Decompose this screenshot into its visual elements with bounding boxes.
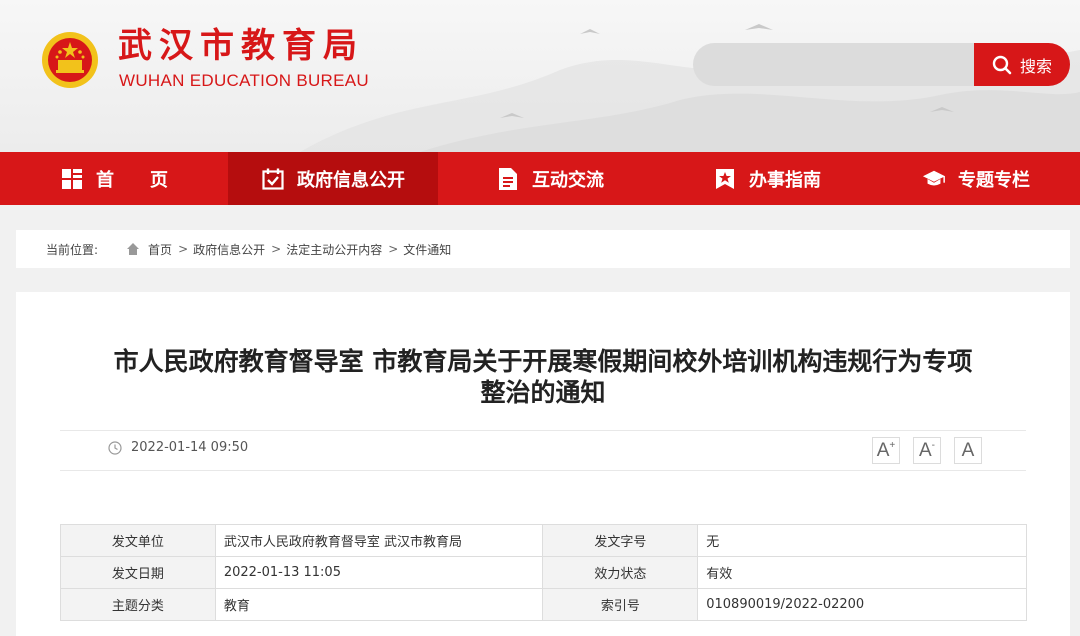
info-value: 2022-01-13 11:05	[214, 556, 544, 589]
font-larger-button[interactable]: A +	[872, 437, 900, 464]
search-icon	[992, 55, 1012, 74]
search-button[interactable]: 搜索	[974, 43, 1070, 86]
publish-datetime: 2022-01-14 09:50	[131, 440, 249, 455]
search-input[interactable]	[693, 43, 975, 86]
site-title-english: WUHAN EDUCATION BUREAU	[119, 71, 369, 90]
grid-icon	[60, 167, 84, 191]
graduation-cap-icon	[922, 167, 946, 191]
nav-item-label: 首 页	[96, 169, 168, 191]
nav-item-guide[interactable]: 办事指南	[662, 152, 872, 205]
breadcrumb: 当前位置: 首页 > 政府信息公开 > 法定主动公开内容 > 文件通知	[16, 230, 1070, 268]
clock-icon	[108, 440, 122, 455]
article-panel: 市人民政府教育督导室 市教育局关于开展寒假期间校外培训机构违规行为专项 整治的通…	[16, 292, 1070, 636]
page-title: 市人民政府教育督导室 市教育局关于开展寒假期间校外培训机构违规行为专项 整治的通…	[44, 346, 1042, 408]
home-icon[interactable]	[126, 242, 140, 256]
font-default-label: A	[961, 439, 975, 461]
info-key: 发文字号	[542, 524, 699, 557]
national-emblem-icon	[42, 32, 98, 88]
nav-item-label: 互动交流	[532, 169, 604, 191]
nav-item-home[interactable]: 首 页	[0, 152, 228, 205]
breadcrumb-item-home[interactable]: 首页	[148, 241, 172, 258]
table-row: 发文单位 武汉市人民政府教育督导室 武汉市教育局 发文字号 无	[60, 524, 1027, 557]
info-key: 主题分类	[60, 588, 216, 621]
info-value: 无	[697, 524, 1027, 557]
info-key: 发文单位	[60, 524, 216, 557]
font-default-button[interactable]: A	[954, 437, 982, 464]
info-key: 效力状态	[542, 556, 699, 589]
breadcrumb-separator: >	[271, 242, 282, 256]
info-value: 教育	[214, 588, 544, 621]
divider	[60, 430, 1026, 431]
font-larger-label: A	[876, 439, 890, 461]
info-key: 发文日期	[60, 556, 216, 589]
table-row: 发文日期 2022-01-13 11:05 效力状态 有效	[60, 556, 1027, 589]
info-value: 010890019/2022-02200	[697, 588, 1027, 621]
nav-item-special[interactable]: 专题专栏	[872, 152, 1080, 205]
nav-item-label: 办事指南	[749, 169, 821, 191]
font-smaller-label: A	[918, 439, 932, 461]
title-line-1: 市人民政府教育督导室 市教育局关于开展寒假期间校外培训机构违规行为专项	[113, 347, 973, 376]
title-line-2: 整治的通知	[480, 378, 606, 407]
divider	[60, 470, 1026, 471]
table-row: 主题分类 教育 索引号 010890019/2022-02200	[60, 588, 1027, 621]
nav-item-label: 专题专栏	[958, 169, 1030, 191]
nav-item-label: 政府信息公开	[297, 169, 405, 191]
publish-date: 2022-01-14 09:50	[108, 440, 248, 455]
site-header: 武汉市教育局 WUHAN EDUCATION BUREAU 搜索	[0, 0, 1080, 152]
breadcrumb-separator: >	[388, 242, 399, 256]
search-button-label: 搜索	[1019, 56, 1052, 76]
bookmark-star-icon	[713, 167, 737, 191]
plus-icon: +	[889, 440, 896, 451]
breadcrumb-item-notices[interactable]: 文件通知	[403, 241, 451, 258]
font-smaller-button[interactable]: A-	[913, 437, 941, 464]
document-icon	[496, 167, 520, 191]
site-title: 武汉市教育局	[118, 26, 364, 66]
info-key: 索引号	[542, 588, 699, 621]
breadcrumb-label: 当前位置:	[46, 242, 99, 257]
nav-item-interaction[interactable]: 互动交流	[438, 152, 662, 205]
document-info-table: 发文单位 武汉市人民政府教育督导室 武汉市教育局 发文字号 无 发文日期 202…	[60, 524, 1027, 621]
nav-item-gov-info[interactable]: 政府信息公开	[228, 152, 438, 205]
info-value: 武汉市人民政府教育督导室 武汉市教育局	[214, 524, 544, 557]
breadcrumb-item-disclosure[interactable]: 法定主动公开内容	[286, 241, 382, 258]
minus-icon: -	[931, 440, 936, 451]
info-value: 有效	[697, 556, 1027, 589]
main-nav: 首 页 政府信息公开 互动交流 办事指南 专题专栏	[0, 152, 1080, 205]
breadcrumb-item-gov-info[interactable]: 政府信息公开	[193, 241, 265, 258]
calendar-check-icon	[261, 167, 285, 191]
breadcrumb-separator: >	[178, 242, 189, 256]
